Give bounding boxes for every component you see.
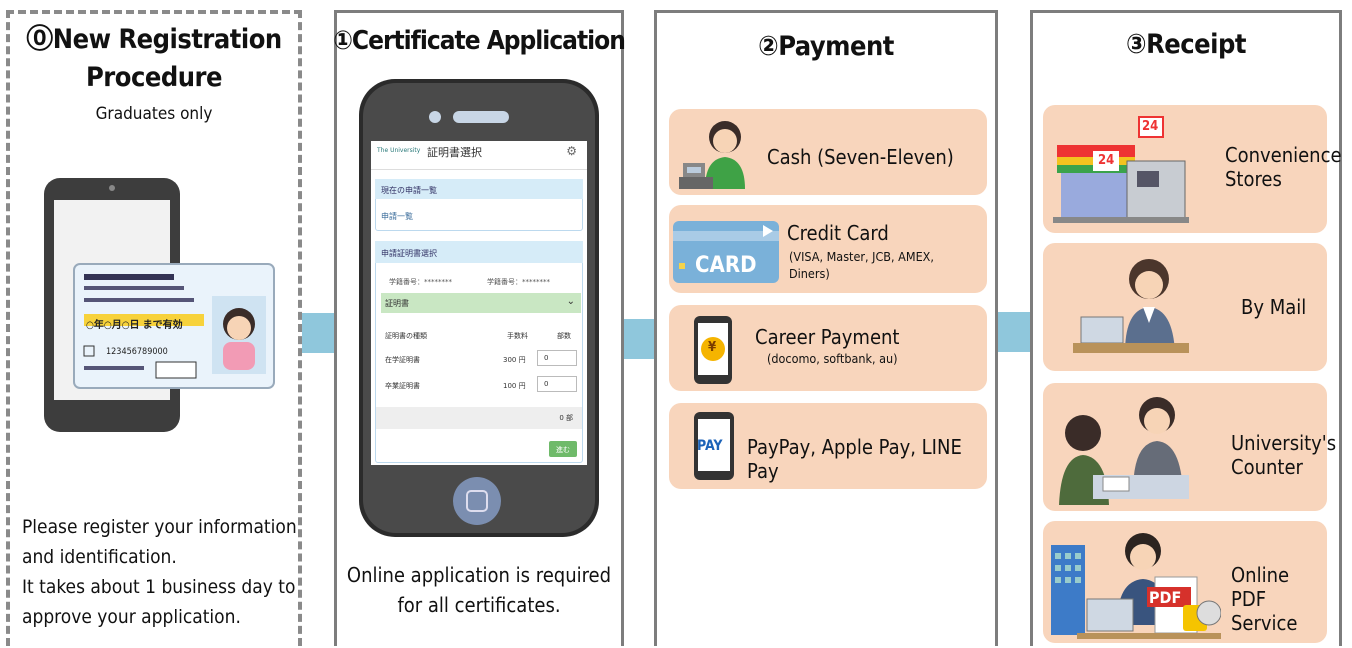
receipt-pdf-label: Online PDF Service xyxy=(1231,563,1298,635)
receipt-option-convenience: 24 24 Convenience Stores xyxy=(1043,105,1342,233)
payment-option-career: ¥ Career Payment (docomo, softbank, au) xyxy=(669,305,987,391)
phone-row2-fee: 100 円 xyxy=(503,382,526,390)
convenience-store-icon xyxy=(1053,116,1189,223)
step1-description-line: Online application is required xyxy=(346,563,612,587)
step3-title: ③Receipt xyxy=(1126,29,1246,60)
payment-credit-detail: (VISA, Master, JCB, AMEX, Diners) xyxy=(789,249,934,281)
phone-row1-fee: 300 円 xyxy=(503,356,526,364)
phone-select[interactable]: 証明書 xyxy=(385,298,409,309)
phone-field1[interactable]: 学籍番号：******** xyxy=(389,277,452,287)
receipt-option-counter: University's Counter xyxy=(1043,383,1337,511)
step1-description-line: for all certificates. xyxy=(397,593,561,617)
step1-title: ①Certificate Application xyxy=(333,26,626,56)
phone-col2: 手数料 xyxy=(507,332,528,340)
step0-title-line2: Procedure xyxy=(86,62,223,93)
pdf-icon-text: PDF xyxy=(1149,588,1182,607)
phone-screen: The University 証明書選択 ⚙ 現在の申請一覧 申請一覧 申請証明… xyxy=(371,141,587,465)
step0-description-line: approve your application. xyxy=(22,606,241,628)
phone-col1: 証明書の種類 xyxy=(385,332,427,340)
payment-option-credit-card: CARD Credit Card (VISA, Master, JCB, AME… xyxy=(669,205,987,293)
step2-title: ②Payment xyxy=(758,31,894,62)
phone-field2[interactable]: 学籍番号：******** xyxy=(487,277,550,287)
phone-row2-qty[interactable]: 0 xyxy=(537,376,577,392)
step0-panel: ⓪New Registration Procedure Graduates on… xyxy=(6,10,302,646)
receipt-counter-label: University's Counter xyxy=(1231,431,1337,479)
mail-worker-icon xyxy=(1073,259,1189,353)
receipt-option-mail: By Mail xyxy=(1043,243,1327,371)
chevron-down-icon: ⌄ xyxy=(566,296,575,307)
step0-description-line: Please register your information xyxy=(22,516,297,538)
counter-icon xyxy=(1059,397,1189,505)
step0-subtitle: Graduates only xyxy=(95,104,213,124)
step3-panel: ③Receipt 24 24 Convenience Stores By Mai… xyxy=(1030,10,1342,646)
step2-panel: ②Payment Cash (Seven-Eleven) CARD Credit… xyxy=(654,10,998,646)
gear-icon[interactable]: ⚙ xyxy=(566,144,577,158)
store-24-sign-small: 24 xyxy=(1098,153,1115,168)
step1-description: Online application is required for all c… xyxy=(337,560,621,620)
step0-description-line: It takes about 1 business day to xyxy=(22,576,296,598)
phone-section2: 申請証明書選択 xyxy=(381,249,437,258)
step0-description-line: and identification. xyxy=(22,546,177,568)
step1-panel: ①Certificate Application The University … xyxy=(333,10,626,646)
phone-row2-name: 卒業証明書 xyxy=(385,382,420,390)
id-card-number: 123456789000 xyxy=(106,347,168,357)
pdf-service-icon xyxy=(1051,533,1221,639)
step0-title-line1: ⓪New Registration xyxy=(26,24,282,55)
phone-id-card-icon xyxy=(44,178,275,432)
receipt-convenience-label: Convenience Stores xyxy=(1225,143,1342,191)
payment-option-cash: Cash (Seven-Eleven) xyxy=(669,109,987,195)
phone-link1[interactable]: 申請一覧 xyxy=(381,211,413,222)
payment-cash-label: Cash (Seven-Eleven) xyxy=(767,145,954,169)
payment-mobile-pay-label: PayPay, Apple Pay, LINE Pay xyxy=(747,435,962,483)
phone-row1-name: 在学証明書 xyxy=(385,356,420,364)
phone-total: 0 部 xyxy=(559,414,573,422)
store-24-sign: 24 xyxy=(1142,119,1159,134)
payment-option-mobile-pay: PAY PayPay, Apple Pay, LINE Pay xyxy=(669,403,987,489)
phone-section1: 現在の申請一覧 xyxy=(381,186,437,195)
phone-col3: 部数 xyxy=(557,332,571,340)
payment-credit-label: Credit Card xyxy=(787,221,889,245)
phone-brand: The University xyxy=(377,147,421,154)
receipt-mail-label: By Mail xyxy=(1241,295,1307,319)
phone-row1-qty[interactable]: 0 xyxy=(537,350,577,366)
phone-next-button[interactable]: 進む xyxy=(549,441,577,457)
payment-career-label: Career Payment xyxy=(755,325,900,349)
step0-description: Please register your information and ide… xyxy=(22,512,297,632)
id-card-validity-text: ○年○月○日 まで有効 xyxy=(86,320,183,331)
mobile-yen-icon-text: ¥ xyxy=(708,340,717,355)
cashier-icon xyxy=(679,121,745,189)
mobile-pay-icon-text: PAY xyxy=(697,438,723,454)
phone-header: 証明書選択 xyxy=(427,146,482,159)
payment-career-detail: (docomo, softbank, au) xyxy=(767,351,898,366)
receipt-option-pdf: PDF Online PDF Service xyxy=(1043,521,1327,643)
credit-card-icon-text: CARD xyxy=(695,253,757,278)
